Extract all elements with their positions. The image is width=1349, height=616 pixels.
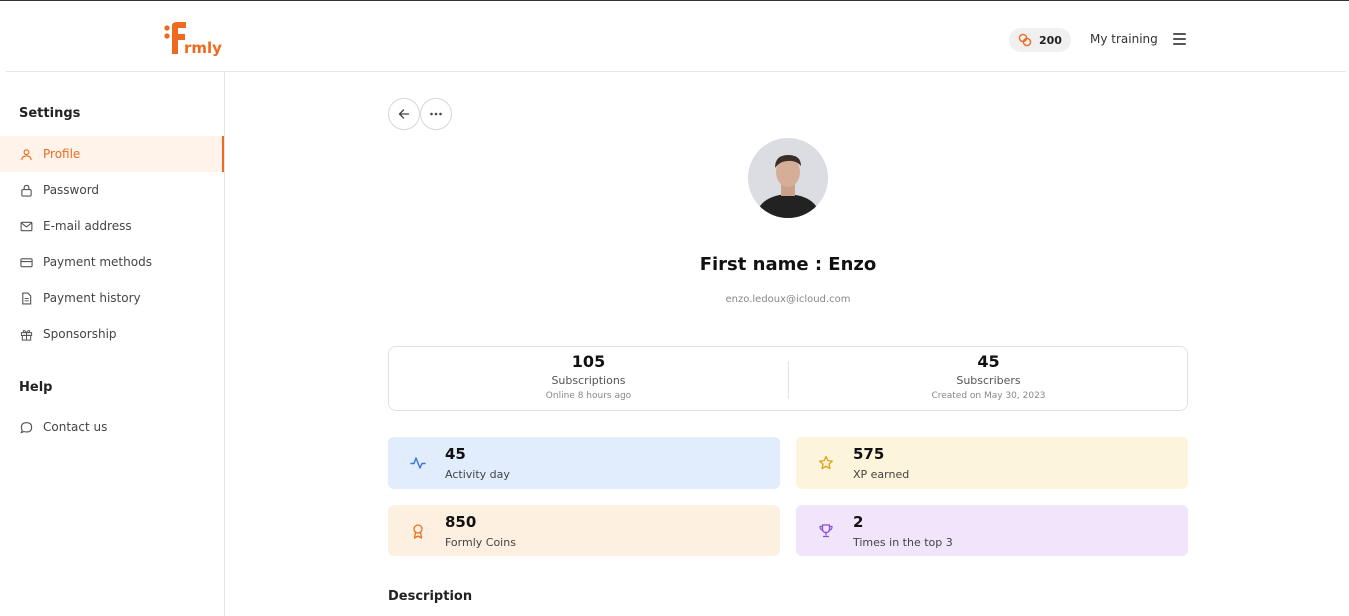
sidebar-item-password[interactable]: Password bbox=[0, 172, 224, 208]
xp-earned-label: XP earned bbox=[853, 468, 910, 481]
svg-text:rmly: rmly bbox=[184, 39, 222, 57]
xp-earned-card: 575 XP earned bbox=[796, 437, 1188, 489]
top-three-card: 2 Times in the top 3 bbox=[796, 505, 1188, 556]
subscriptions-count: 105 bbox=[571, 352, 606, 371]
profile-stats-box: 105 Subscriptions Online 8 hours ago 45 … bbox=[388, 346, 1188, 411]
lock-icon bbox=[21, 184, 32, 197]
chat-bubble-icon bbox=[20, 421, 33, 434]
sidebar-item-label: E-mail address bbox=[43, 219, 132, 233]
coins-icon bbox=[1018, 33, 1032, 47]
arrow-left-icon bbox=[398, 109, 410, 119]
online-status: Online 8 hours ago bbox=[545, 391, 632, 401]
top-header: rmly 200 My training bbox=[0, 1, 1349, 72]
sidebar-item-contact-us[interactable]: Contact us bbox=[0, 409, 224, 445]
my-training-link[interactable]: My training bbox=[1090, 32, 1158, 46]
user-icon bbox=[21, 148, 32, 160]
formly-coins-value: 850 bbox=[445, 513, 477, 531]
star-icon bbox=[819, 455, 833, 470]
subscribers-stat[interactable]: 45 Subscribers Created on May 30, 2023 bbox=[789, 347, 1188, 410]
trophy-icon bbox=[819, 524, 833, 538]
document-icon bbox=[22, 292, 32, 304]
credit-card-icon bbox=[20, 257, 33, 267]
more-horizontal-icon bbox=[430, 112, 442, 116]
sidebar-item-label: Sponsorship bbox=[43, 327, 117, 341]
activity-day-card: 45 Activity day bbox=[388, 437, 780, 489]
more-options-button[interactable] bbox=[420, 98, 452, 130]
formly-coins-label: Formly Coins bbox=[445, 536, 516, 549]
sidebar-item-payment-methods[interactable]: Payment methods bbox=[0, 244, 224, 280]
award-icon bbox=[413, 524, 423, 539]
coins-balance-badge[interactable]: 200 bbox=[1009, 28, 1071, 52]
subscriptions-stat[interactable]: 105 Subscriptions Online 8 hours ago bbox=[389, 347, 788, 410]
back-button[interactable] bbox=[388, 98, 420, 130]
gift-icon bbox=[20, 329, 33, 341]
sidebar-item-email[interactable]: E-mail address bbox=[0, 208, 224, 244]
subscribers-label: Subscribers bbox=[956, 374, 1021, 387]
activity-day-value: 45 bbox=[445, 445, 466, 463]
sidebar-item-label: Payment methods bbox=[43, 255, 152, 269]
formly-logo[interactable]: rmly bbox=[162, 18, 222, 60]
profile-avatar[interactable] bbox=[748, 138, 828, 218]
settings-heading: Settings bbox=[19, 106, 81, 121]
sidebar-item-label: Payment history bbox=[43, 291, 141, 305]
activity-icon bbox=[410, 457, 426, 469]
sidebar-item-payment-history[interactable]: Payment history bbox=[0, 280, 224, 316]
profile-name: First name : Enzo bbox=[699, 254, 877, 275]
subscribers-count: 45 bbox=[977, 352, 1000, 371]
top-three-label: Times in the top 3 bbox=[853, 536, 953, 549]
profile-email: enzo.ledoux@icloud.com bbox=[725, 294, 851, 305]
settings-sidebar: Settings Profile Password E-mail address… bbox=[0, 72, 225, 616]
sidebar-item-sponsorship[interactable]: Sponsorship bbox=[0, 316, 224, 352]
hamburger-menu-icon[interactable] bbox=[1173, 33, 1187, 45]
activity-day-label: Activity day bbox=[445, 468, 510, 481]
xp-earned-value: 575 bbox=[853, 445, 885, 463]
help-heading: Help bbox=[19, 380, 53, 395]
sidebar-item-label: Password bbox=[43, 183, 100, 197]
sidebar-item-label: Profile bbox=[43, 147, 81, 161]
description-heading: Description bbox=[388, 589, 473, 604]
top-three-value: 2 bbox=[853, 513, 864, 531]
coins-value: 200 bbox=[1039, 33, 1062, 47]
formly-coins-card: 850 Formly Coins bbox=[388, 505, 780, 556]
mail-icon bbox=[20, 221, 33, 231]
sidebar-item-label: Contact us bbox=[43, 420, 108, 434]
sidebar-item-profile[interactable]: Profile bbox=[0, 136, 224, 172]
subscriptions-label: Subscriptions bbox=[551, 374, 626, 387]
created-date: Created on May 30, 2023 bbox=[931, 391, 1046, 401]
